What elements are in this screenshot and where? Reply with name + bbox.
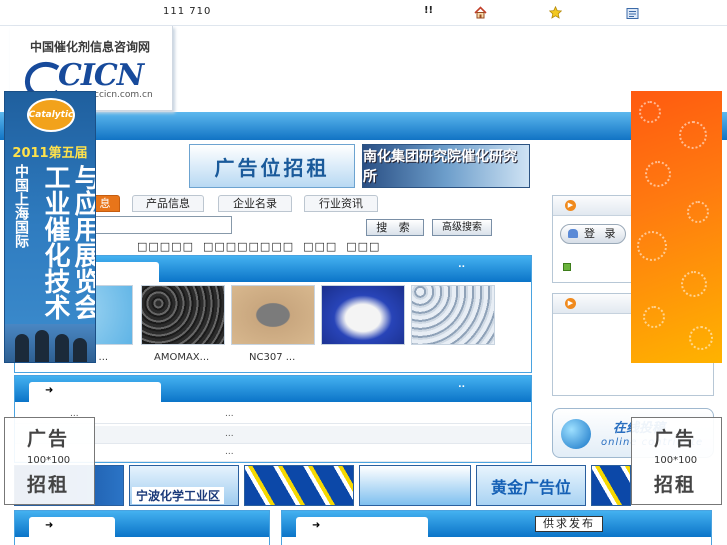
- users-icon: [567, 229, 578, 238]
- login-button[interactable]: 登 录: [560, 224, 626, 244]
- panel-more[interactable]: ..: [458, 260, 465, 270]
- arrow-circle-icon: ▶: [565, 200, 576, 211]
- ad-placeholder[interactable]: 广告 100*100 招租: [631, 417, 722, 505]
- ad-placeholder[interactable]: 广告 100*100 招租: [4, 417, 95, 505]
- search-options[interactable]: □□□□□ □□□□□□□□ □□□ □□□: [137, 240, 380, 253]
- product-image[interactable]: [411, 285, 495, 345]
- right-float-banner[interactable]: [631, 91, 722, 363]
- arrow-right-icon: ➜: [45, 385, 54, 396]
- supply-demand-button[interactable]: 供求发布: [535, 516, 603, 532]
- bullet-icon: [563, 263, 571, 271]
- tab-companies[interactable]: 企业名录: [218, 195, 292, 212]
- top-marker: !!: [424, 5, 434, 16]
- book-icon[interactable]: [626, 7, 639, 20]
- login-label: 登 录: [584, 227, 619, 240]
- visit-counter: 111 710: [163, 6, 212, 17]
- bottom-panel: ➜: [14, 510, 270, 545]
- advanced-search-button[interactable]: 高级搜索: [432, 219, 492, 236]
- logo-mark: CICN: [58, 58, 144, 93]
- expo-year: 2011第五届: [12, 146, 88, 161]
- arrow-right-icon: ➜: [312, 520, 321, 531]
- site-url: ccicn.com.cn: [94, 90, 153, 100]
- bottom-ad[interactable]: [591, 465, 631, 506]
- arrow-globe-icon: [561, 419, 591, 449]
- bottom-ad[interactable]: [359, 465, 471, 506]
- bottom-ad[interactable]: [244, 465, 354, 506]
- arrow-circle-icon: ▶: [565, 298, 576, 309]
- star-icon[interactable]: [548, 5, 563, 19]
- panel-more[interactable]: ..: [458, 380, 465, 390]
- home-icon[interactable]: [474, 6, 487, 19]
- panel-header: ➜: [282, 511, 711, 537]
- bottom-panel: ➜: [281, 510, 712, 545]
- top-bar: 111 710 !!: [0, 0, 727, 26]
- catalytic-badge: Catalytic: [27, 98, 75, 132]
- expo-text: 与应用展览会: [70, 164, 96, 320]
- panel-title-tab[interactable]: ➜: [296, 517, 428, 537]
- search-input[interactable]: [95, 216, 232, 234]
- product-image[interactable]: [141, 285, 225, 345]
- product-image[interactable]: [321, 285, 405, 345]
- bottom-ad-golden[interactable]: 黄金广告位: [476, 465, 586, 506]
- expo-banner[interactable]: Catalytic 2011第五届 中国上海国际 工业催化技术 与应用展览会: [4, 91, 96, 363]
- tab-products[interactable]: 产品信息: [132, 195, 204, 212]
- tab-industry-news[interactable]: 行业资讯: [304, 195, 378, 212]
- header-ad-nanhua[interactable]: 南化集团研究院催化研究所: [362, 144, 530, 188]
- expo-text: 中国上海国际: [13, 164, 29, 248]
- header-ad-rent[interactable]: 广告位招租: [189, 144, 355, 188]
- ad-label: 宁波化学工业区: [132, 487, 225, 504]
- arrow-right-icon: ➜: [45, 520, 54, 531]
- header-strip: [0, 112, 727, 140]
- expo-photo: [5, 324, 95, 362]
- panel-header: ➜: [15, 511, 269, 537]
- product-name[interactable]: AMOMAX...: [154, 352, 209, 363]
- panel-header: ➜ ..: [15, 376, 531, 402]
- product-image[interactable]: [231, 285, 315, 345]
- bottom-ad-ningbo[interactable]: 宁波化学工业区: [129, 465, 239, 506]
- panel-title-tab[interactable]: ➜: [29, 517, 115, 537]
- search-button[interactable]: 搜 索: [366, 219, 424, 236]
- product-name[interactable]: NC307 ...: [249, 352, 295, 363]
- panel-title-tab[interactable]: ➜: [29, 382, 161, 402]
- site-name: 中国催化剂信息咨询网: [30, 40, 151, 54]
